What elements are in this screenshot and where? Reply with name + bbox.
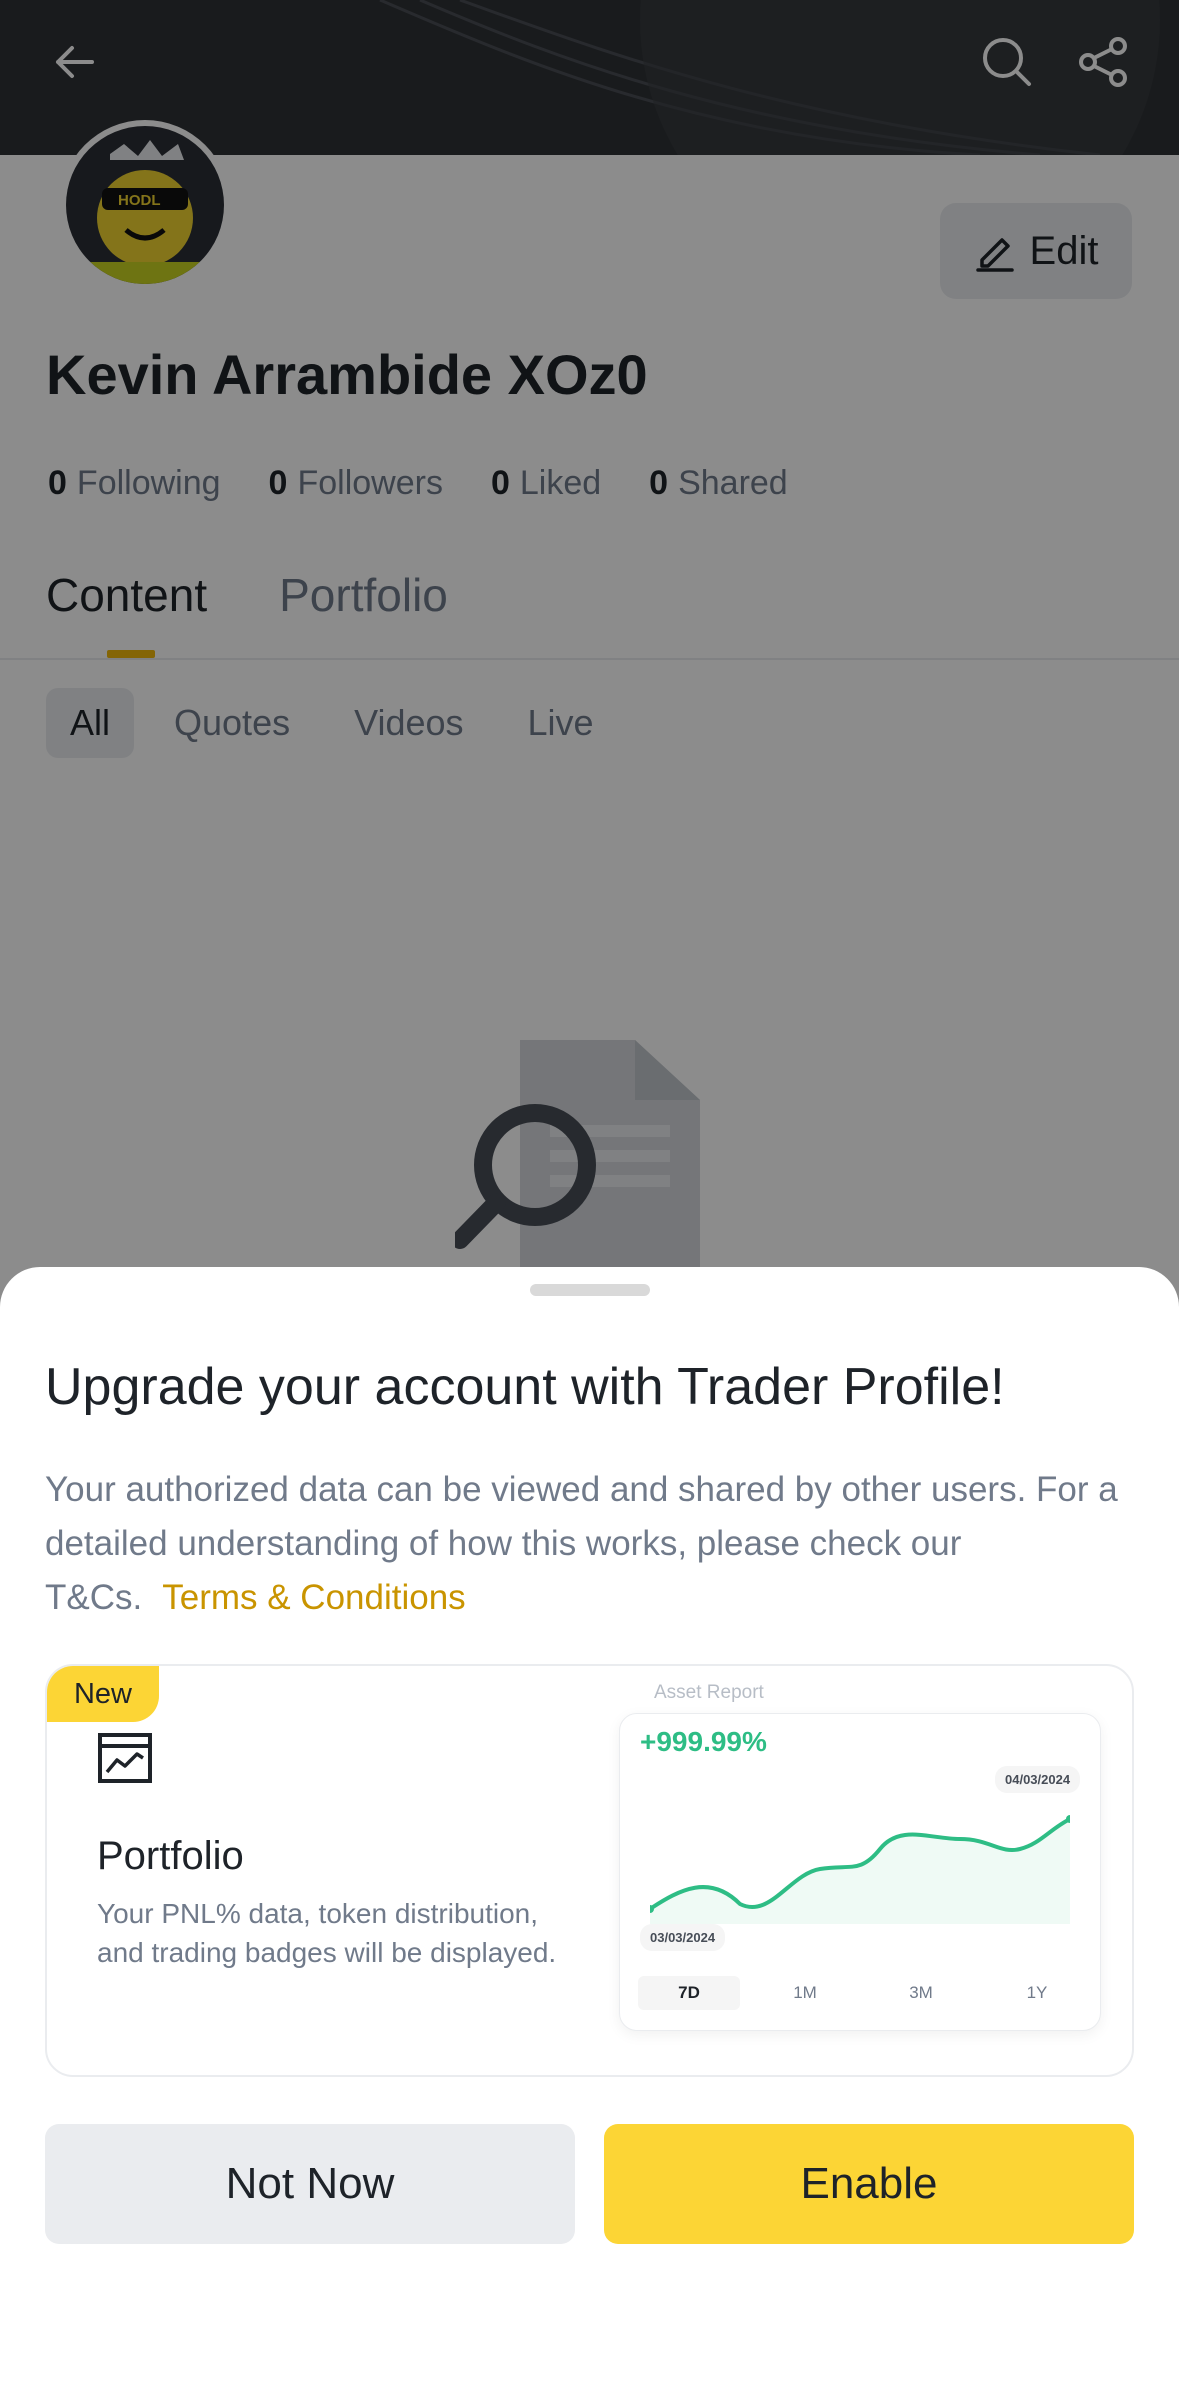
trader-profile-sheet: Upgrade your account with Trader Profile… (0, 1267, 1179, 2396)
terms-link[interactable]: Terms & Conditions (162, 1578, 465, 1617)
sheet-drag-handle[interactable] (530, 1284, 650, 1296)
period-3m: 3M (909, 1983, 933, 2002)
pnl-sparkline (650, 1815, 1070, 1924)
asset-report-preview: +999.99% 04/03/2024 03/03/2024 7D 1M 3M … (619, 1713, 1101, 2031)
new-badge: New (47, 1666, 159, 1722)
card-description: Your PNL% data, token distribution, and … (97, 1898, 557, 1968)
card-title: Portfolio (97, 1834, 244, 1878)
not-now-button[interactable]: Not Now (45, 2124, 575, 2244)
start-date-label: 03/03/2024 (640, 1924, 726, 1951)
sheet-description: Your authorized data can be viewed and s… (45, 1463, 1140, 1625)
period-1m: 1M (793, 1983, 817, 2002)
pnl-value: +999.99% (640, 1726, 767, 1757)
asset-report-header: Asset Report (654, 1682, 764, 1703)
end-date-label: 04/03/2024 (995, 1766, 1081, 1793)
portfolio-feature-card: New Portfolio Your PNL% data, token dist… (45, 1664, 1134, 2077)
sheet-title: Upgrade your account with Trader Profile… (45, 1358, 1005, 1416)
period-1y: 1Y (1026, 1983, 1048, 2002)
period-7d: 7D (638, 1976, 740, 2010)
enable-button[interactable]: Enable (604, 2124, 1134, 2244)
period-selector: 7D 1M 3M 1Y (638, 1976, 1088, 2010)
chart-frame-icon (98, 1733, 152, 1783)
